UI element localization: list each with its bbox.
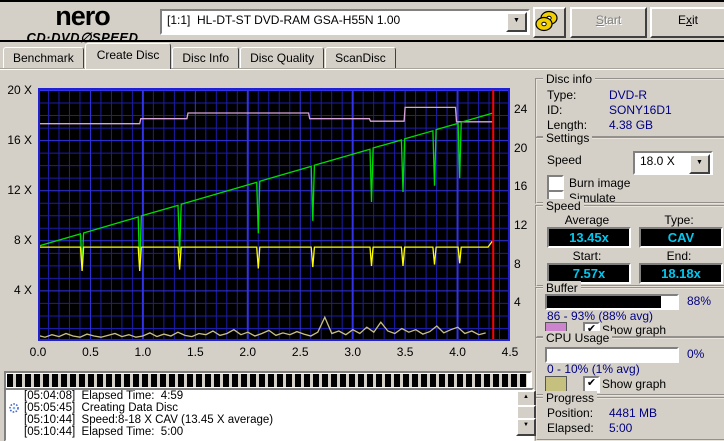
cpu-meter: [545, 347, 679, 363]
start-button[interactable]: Start: [570, 7, 647, 38]
progress-title: Progress: [543, 391, 598, 405]
field-label: Length:: [547, 118, 588, 132]
x-axis-label: 0.0: [29, 345, 47, 359]
checkbox-label: Burn image: [569, 176, 631, 190]
tab-benchmark[interactable]: Benchmark: [3, 47, 84, 69]
speed-cell-value: CAV: [639, 227, 723, 248]
tab-scandisc[interactable]: ScanDisc: [325, 47, 396, 69]
y-axis-label-right: 24: [514, 102, 528, 117]
settings-title: Settings: [543, 131, 593, 145]
x-axis-label: 0.5: [82, 345, 99, 359]
y-axis-label-right: 12: [514, 218, 528, 233]
x-axis-label: 1.0: [134, 345, 152, 359]
y-axis-label-left: 4 X: [13, 282, 32, 297]
field-label: Position:: [547, 406, 594, 420]
speed-title: Speed: [543, 199, 584, 213]
field-value: 4481 MB: [609, 406, 658, 420]
log-scrollbar[interactable]: ▲ ▼: [516, 390, 536, 436]
tab-disc-info[interactable]: Disc Info: [172, 47, 240, 69]
cpu-percent: 0%: [687, 347, 705, 361]
x-axis-label: 4.5: [501, 345, 519, 359]
y-axis-label-left: 20 X: [7, 82, 32, 97]
drive-selector-dropdown-button[interactable]: ▼: [506, 12, 527, 32]
y-axis-label-left: 8 X: [13, 232, 32, 247]
buffer-range: 86 - 93% (88% avg): [547, 309, 654, 323]
speed-cell-label: End:: [666, 249, 692, 263]
field-value: 4.38 GB: [609, 118, 654, 132]
x-axis-label: 3.0: [344, 345, 361, 359]
x-axis-label: 4.0: [449, 345, 466, 359]
header-divider: [0, 40, 724, 42]
y-axis-label-right: 16: [514, 179, 528, 194]
progress-group: Progress Position: 4481 MB Elapsed: 5:00: [535, 391, 724, 441]
speed-group: Speed Average 13.45x Type: CAV Start: 7.57x En…: [535, 199, 724, 287]
field-value: SONY16D1: [609, 103, 672, 117]
drive-selector-value: [1:1] HL-DT-ST DVD-RAM GSA-H55N 1.00: [167, 13, 401, 27]
write-speed-chart: 20 X 16 X 12 X 8 X 4 X 24 20 16 12 8 4 0.0 0.5 1.0 1.5…: [0, 72, 534, 372]
burn-progress-fill: [7, 374, 527, 387]
x-axis-label: 3.5: [396, 345, 414, 359]
cpu-title: CPU Usage: [543, 331, 613, 345]
speed-cell-value: 18.18x: [639, 263, 723, 284]
speed-select-value: 18.0 X: [640, 154, 675, 168]
tab-disc-quality[interactable]: Disc Quality: [240, 47, 325, 69]
y-axis-label-left: 12 X: [7, 182, 32, 197]
y-axis-label-right: 4: [514, 295, 521, 310]
exit-button[interactable]: Exit: [650, 7, 724, 38]
log-line: [05:10:44] Speed:8-18 X CAV (13.45 X ave…: [24, 414, 274, 426]
chart-plot: [38, 88, 510, 341]
app-window: nero CD·DVD∅SPEED [1:1] HL-DT-ST DVD-RAM…: [0, 0, 724, 441]
field-value: 5:00: [609, 421, 633, 435]
speed-cell-label: Average: [564, 213, 610, 227]
tab-strip: Benchmark Create Disc Disc Info Disc Qualit…: [3, 43, 397, 69]
nero-logo: nero CD·DVD∅SPEED: [10, 1, 155, 45]
field-label: Type:: [547, 88, 577, 102]
y-axis-label-left: 16 X: [7, 132, 32, 147]
speed-select[interactable]: 18.0 X ▼: [633, 151, 713, 175]
info-icon: [9, 403, 19, 413]
y-axis-label-right: 8: [514, 256, 521, 271]
field-label: ID:: [547, 103, 563, 117]
discs-icon: [535, 10, 558, 32]
buffer-title: Buffer: [543, 281, 581, 295]
log-line: [05:04:08] Elapsed Time: 4:59: [24, 390, 184, 402]
x-axis-label: 2.5: [291, 345, 309, 359]
speed-cell-value: 13.45x: [547, 227, 631, 248]
log-line: [05:05:45] Creating Data Disc: [6, 402, 532, 414]
drive-selector[interactable]: [1:1] HL-DT-ST DVD-RAM GSA-H55N 1.00 ▼: [160, 9, 530, 35]
buffer-meter-fill: [547, 296, 662, 308]
field-label: Elapsed:: [547, 421, 594, 435]
field-value: DVD-R: [609, 88, 647, 102]
settings-group: Settings Speed 18.0 X ▼ Burn image Simula…: [535, 131, 724, 207]
cpu-usage-group: CPU Usage 0% 0 - 10% (1% avg) ✔ Show gra…: [535, 331, 724, 396]
disc-info-title: Disc info: [543, 72, 596, 86]
x-axis-label: 2.0: [239, 345, 257, 359]
event-log[interactable]: [05:04:08] Elapsed Time: 4:59 [05:05:45] …: [4, 388, 536, 441]
logo-nero-text: nero: [55, 1, 111, 31]
speed-label: Speed: [547, 153, 582, 167]
cpu-show-graph-label: Show graph: [602, 377, 667, 391]
tab-create-disc[interactable]: Create Disc: [84, 43, 172, 69]
buffer-percent: 88%: [687, 294, 712, 308]
x-axis-label: 1.5: [186, 345, 204, 359]
cpu-range: 0 - 10% (1% avg): [547, 362, 640, 376]
buffer-meter: [545, 294, 679, 310]
disc-eject-button[interactable]: [533, 7, 566, 38]
log-line: [05:10:44] Elapsed Time: 5:00: [24, 426, 184, 438]
disc-info-group: Disc info Type: DVD-R ID: SONY16D1 Length: 4.…: [535, 72, 724, 138]
start-button-label: tart: [603, 13, 622, 27]
y-axis-label-right: 20: [514, 140, 528, 155]
speed-select-dropdown-button[interactable]: ▼: [689, 154, 710, 174]
speed-cell-label: Start:: [572, 249, 602, 263]
exit-button-label: it: [692, 13, 698, 27]
scroll-down-button[interactable]: ▼: [516, 418, 536, 436]
speed-cell-label: Type:: [664, 213, 694, 227]
